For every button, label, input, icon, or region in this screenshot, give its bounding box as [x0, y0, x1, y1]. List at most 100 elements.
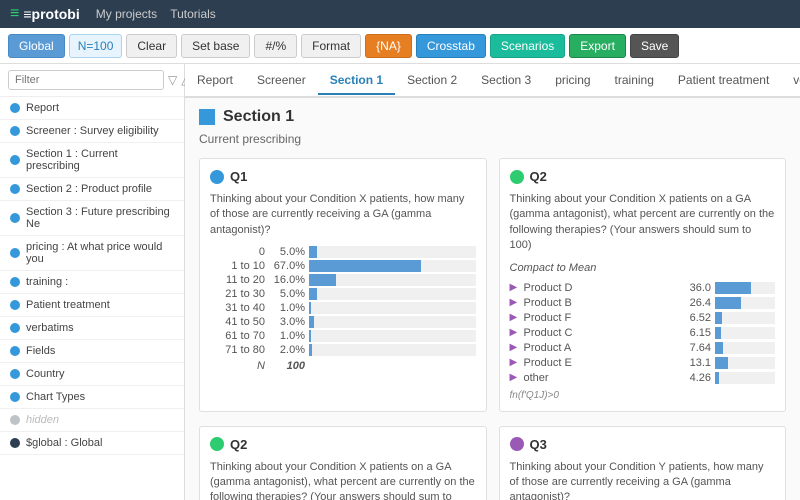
sidebar-dot-training — [10, 277, 20, 287]
tab-section1[interactable]: Section 1 — [318, 67, 395, 95]
q2-dot — [510, 170, 524, 184]
product-name-b: Product B — [524, 297, 672, 309]
q3-bottom-label: Q3 — [530, 437, 547, 452]
tutorials-link[interactable]: Tutorials — [170, 7, 216, 21]
filter-input[interactable] — [8, 70, 164, 90]
bar-track-71-80 — [309, 344, 476, 356]
q1-dot — [210, 170, 224, 184]
tab-section3[interactable]: Section 3 — [469, 67, 543, 95]
sidebar-dot-fields — [10, 346, 20, 356]
bar-track-21-30 — [309, 288, 476, 300]
product-name-other: other — [524, 372, 672, 384]
bar-track-41-50 — [309, 316, 476, 328]
q2-bottom-label: Q2 — [230, 437, 247, 452]
my-projects-link[interactable]: My projects — [96, 7, 157, 21]
top-bar: ≡ ≡protobi My projects Tutorials — [0, 0, 800, 28]
sidebar-item-patient[interactable]: Patient treatment — [0, 294, 184, 317]
product-row-other: ▶ other 4.26 — [510, 372, 776, 384]
sidebar-label-chart-types: Chart Types — [26, 391, 85, 403]
sidebar-item-section1[interactable]: Section 1 : Current prescribing — [0, 143, 184, 178]
product-row-e: ▶ Product E 13.1 — [510, 357, 776, 369]
clear-button[interactable]: Clear — [126, 34, 177, 58]
sidebar-label-country: Country — [26, 368, 65, 380]
bar-label-71-80: 71 to 80 — [210, 344, 265, 356]
top-nav: My projects Tutorials — [96, 7, 216, 21]
set-base-button[interactable]: Set base — [181, 34, 250, 58]
sidebar-dot-global — [10, 438, 20, 448]
sidebar-item-country[interactable]: Country — [0, 363, 184, 386]
tab-report[interactable]: Report — [185, 67, 245, 95]
tab-verbatims[interactable]: verbatims — [781, 67, 800, 95]
bar-track-1-10 — [309, 260, 476, 272]
product-value-other: 4.26 — [675, 372, 711, 384]
product-value-e: 13.1 — [675, 357, 711, 369]
sidebar-item-global[interactable]: $global : Global — [0, 432, 184, 455]
bar-n-value: 100 — [269, 360, 305, 372]
q2-label: Q2 — [530, 169, 547, 184]
sidebar-item-screener[interactable]: Screener : Survey eligibility — [0, 120, 184, 143]
bar-label-21-30: 21 to 30 — [210, 288, 265, 300]
sidebar-label-section3: Section 3 : Future prescribing Ne — [26, 206, 174, 230]
bar-label-31-40: 31 to 40 — [210, 302, 265, 314]
product-value-a: 7.64 — [675, 342, 711, 354]
product-row-f: ▶ Product F 6.52 — [510, 312, 776, 324]
q2-bottom-dot — [210, 437, 224, 451]
content-area: Section 1 Current prescribing Q1 Thinkin… — [185, 98, 800, 500]
product-name-f: Product F — [524, 312, 672, 324]
product-row-d: ▶ Product D 36.0 — [510, 282, 776, 294]
tab-pricing[interactable]: pricing — [543, 67, 602, 95]
product-row-c: ▶ Product C 6.15 — [510, 327, 776, 339]
sidebar-item-chart-types[interactable]: Chart Types — [0, 386, 184, 409]
sidebar: ▽ △ Report Screener : Survey eligibility… — [0, 64, 185, 500]
sidebar-label-verbatims: verbatims — [26, 322, 74, 334]
logo[interactable]: ≡ ≡protobi — [10, 5, 80, 23]
bar-n-label: N — [210, 360, 265, 372]
sidebar-dot-report — [10, 103, 20, 113]
na-button[interactable]: {NA} — [365, 34, 412, 58]
tab-patient-treatment[interactable]: Patient treatment — [666, 67, 781, 95]
bar-row-0: 0 5.0% — [210, 246, 476, 258]
q2-product-table: ▶ Product D 36.0 ▶ Product B 26.4 — [510, 282, 776, 384]
scenarios-button[interactable]: Scenarios — [490, 34, 565, 58]
bar-fill-0 — [309, 246, 317, 258]
bar-track-61-70 — [309, 330, 476, 342]
product-value-c: 6.15 — [675, 327, 711, 339]
product-bar-d — [715, 282, 775, 294]
bar-label-41-50: 41 to 50 — [210, 316, 265, 328]
sidebar-item-hidden[interactable]: hidden — [0, 409, 184, 432]
q2-bottom-text: Thinking about your Condition X patients… — [210, 460, 476, 500]
product-fill-d — [715, 282, 751, 294]
q2-bottom-block: Q2 Thinking about your Condition X patie… — [199, 426, 487, 500]
tabs-row: Report Screener Section 1 Section 2 Sect… — [185, 64, 800, 98]
arrow-icon-b: ▶ — [510, 297, 520, 308]
export-button[interactable]: Export — [569, 34, 626, 58]
sidebar-item-fields[interactable]: Fields — [0, 340, 184, 363]
tab-screener[interactable]: Screener — [245, 67, 318, 95]
arrow-icon-c: ▶ — [510, 327, 520, 338]
format-button[interactable]: Format — [301, 34, 361, 58]
bar-fill-71-80 — [309, 344, 312, 356]
save-button[interactable]: Save — [630, 34, 679, 58]
bar-fill-11-20 — [309, 274, 336, 286]
bar-value-31-40: 1.0% — [269, 302, 305, 314]
sidebar-dot-patient — [10, 300, 20, 310]
global-button[interactable]: Global — [8, 34, 65, 58]
product-value-f: 6.52 — [675, 312, 711, 324]
sidebar-item-verbatims[interactable]: verbatims — [0, 317, 184, 340]
sidebar-item-pricing[interactable]: pricing : At what price would you — [0, 236, 184, 271]
questions-row-2: Q2 Thinking about your Condition X patie… — [199, 426, 786, 500]
sidebar-item-section3[interactable]: Section 3 : Future prescribing Ne — [0, 201, 184, 236]
sidebar-item-section2[interactable]: Section 2 : Product profile — [0, 178, 184, 201]
bar-row-1-10: 1 to 10 67.0% — [210, 260, 476, 272]
tab-training[interactable]: training — [603, 67, 666, 95]
bar-value-0: 5.0% — [269, 246, 305, 258]
crosstab-button[interactable]: Crosstab — [416, 34, 486, 58]
hash-pct-button[interactable]: #/% — [254, 34, 297, 58]
sidebar-item-report[interactable]: Report — [0, 97, 184, 120]
q1-header: Q1 — [210, 169, 476, 184]
product-bar-e — [715, 357, 775, 369]
product-fill-e — [715, 357, 728, 369]
filter-funnel-icon[interactable]: ▽ — [168, 73, 177, 87]
tab-section2[interactable]: Section 2 — [395, 67, 469, 95]
sidebar-item-training[interactable]: training : — [0, 271, 184, 294]
